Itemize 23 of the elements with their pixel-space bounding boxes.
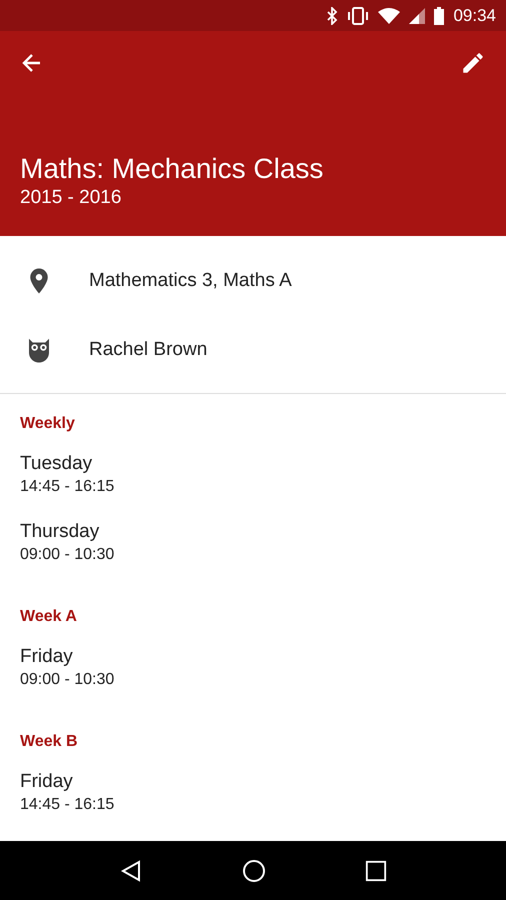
class-years: 2015 - 2016: [20, 186, 122, 210]
teacher-name: Rachel Brown: [89, 338, 208, 360]
signal-icon: [409, 8, 426, 24]
section-heading: Weekly: [20, 414, 76, 434]
day-name: Friday: [20, 770, 74, 794]
time-range: 14:45 - 16:15: [20, 477, 116, 497]
section-heading: Week B: [20, 732, 79, 752]
class-title: Maths: Mechanics Class: [20, 152, 324, 186]
home-icon[interactable]: [242, 858, 266, 882]
time-range: 14:45 - 16:15: [20, 795, 116, 815]
wifi-icon: [378, 6, 400, 24]
status-time: 09:34: [453, 6, 496, 26]
vibrate-icon: [347, 6, 370, 24]
bluetooth-icon: [326, 6, 338, 24]
time-range: 09:00 - 10:30: [20, 545, 116, 565]
recents-icon[interactable]: [364, 860, 387, 882]
day-name: Friday: [20, 645, 74, 669]
day-name: Thursday: [20, 520, 100, 544]
room-text: Mathematics 3, Maths A: [89, 270, 292, 292]
day-name: Tuesday: [20, 452, 94, 476]
battery-icon: [434, 6, 444, 24]
time-range: 09:00 - 10:30: [20, 670, 116, 690]
section-heading: Week A: [20, 607, 78, 627]
